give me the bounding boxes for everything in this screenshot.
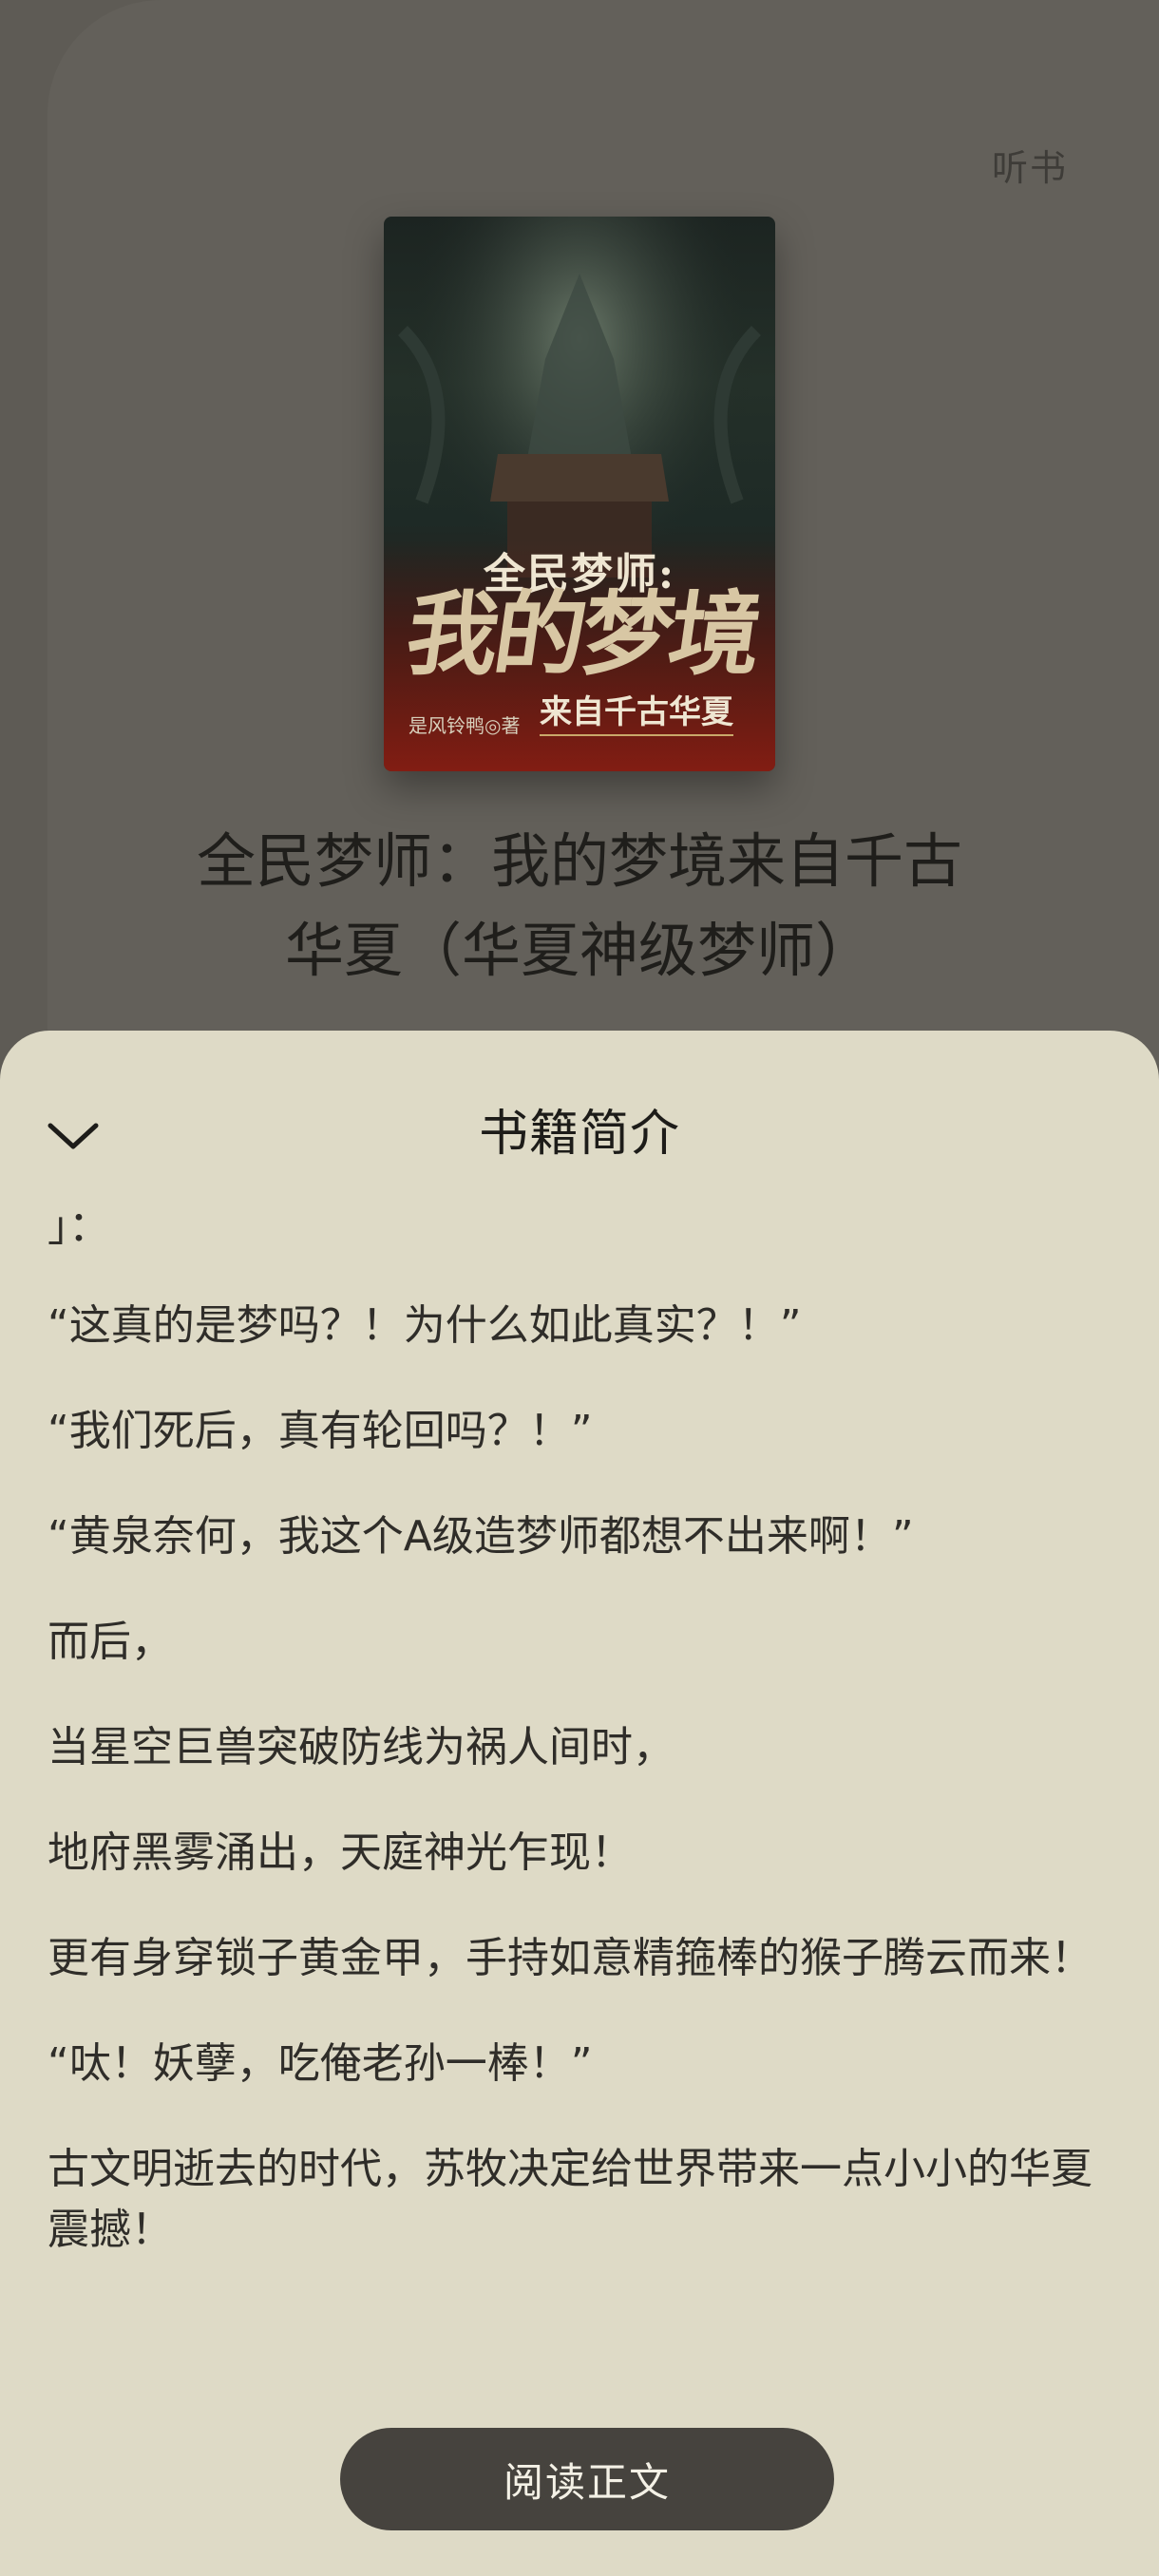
cover-main-title: 我的梦境	[400, 580, 766, 688]
book-intro-sheet: 书籍简介 」： “这真的是梦吗？！为什么如此真实？！” “我们死后，真有轮回吗？…	[0, 1031, 1159, 2576]
cover-author: 是风铃鸭◎著	[408, 714, 521, 737]
book-title-line-1: 全民梦师：我的梦境来自千古	[196, 826, 962, 896]
description-paragraph: “这真的是梦吗？！为什么如此真实？！”	[48, 1301, 802, 1350]
description-paragraph: 当星空巨兽突破防线为祸人间时，	[48, 1723, 674, 1771]
description-paragraph: 而后，	[48, 1618, 173, 1666]
description-paragraph: 」：	[48, 1203, 110, 1251]
sheet-header: 书籍简介	[0, 1031, 1159, 1202]
description-paragraph: 地府黑雾涌出，天庭神光乍现！	[48, 1828, 633, 1877]
description-paragraph: 古文明逝去的时代，苏牧决定给世界带来一点小小的华夏震撼！	[48, 2145, 1092, 2254]
book-cover: 全民梦师: 我的梦境 来自千古华夏 是风铃鸭◎著	[384, 217, 775, 771]
description-paragraph: “呔！妖孽，吃俺老孙一棒！”	[48, 2039, 593, 2088]
read-text-button[interactable]: 阅读正文	[340, 2428, 834, 2530]
book-title: 全民梦师：我的梦境来自千古 华夏（华夏神级梦师）	[95, 817, 1064, 995]
book-title-line-2: 华夏（华夏神级梦师）	[284, 916, 874, 985]
description-paragraph: “黄泉奈何，我这个A级造梦师都想不出来啊！”	[48, 1512, 914, 1561]
description-paragraph: 更有身穿锁子黄金甲，手持如意精箍棒的猴子腾云而来！	[48, 1934, 1092, 1982]
book-detail-background: 听书 全民梦师: 我的梦境 来自千古华夏 是风铃鸭◎著 全民梦师：我的梦境来自千…	[0, 0, 1159, 1064]
description-paragraph: “我们死后，真有轮回吗？！”	[48, 1407, 593, 1455]
sheet-title: 书籍简介	[478, 1106, 680, 1163]
cover-tagline: 来自千古华夏	[540, 686, 733, 736]
book-description[interactable]: 」： “这真的是梦吗？！为什么如此真实？！” “我们死后，真有轮回吗？！” “黄…	[48, 1197, 1121, 2356]
listen-book-button[interactable]: 听书	[992, 139, 1068, 191]
